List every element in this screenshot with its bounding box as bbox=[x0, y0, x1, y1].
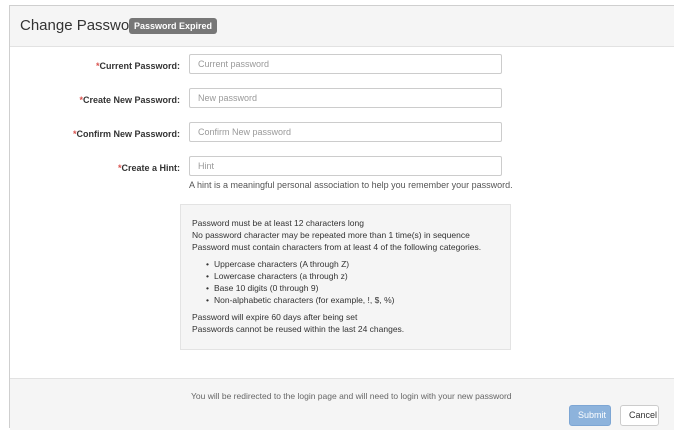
rule-line: Password must be at least 12 characters … bbox=[192, 218, 364, 228]
new-password-input[interactable] bbox=[189, 88, 502, 108]
cancel-button[interactable]: Cancel bbox=[620, 405, 659, 426]
hint-label: *Create a Hint: bbox=[117, 163, 180, 173]
rule-line: Password must contain characters from at… bbox=[192, 242, 482, 252]
modal-header: Change Password Password Expired bbox=[10, 6, 674, 47]
password-expired-badge: Password Expired bbox=[129, 18, 218, 34]
new-password-label: *Create New Password: bbox=[79, 95, 180, 105]
rule-line: No password character may be repeated mo… bbox=[192, 230, 470, 240]
rule-category: Base 10 digits (0 through 9) bbox=[206, 283, 318, 293]
submit-button[interactable]: Submit bbox=[569, 405, 611, 426]
confirm-password-label: *Confirm New Password: bbox=[72, 129, 180, 139]
expiry-line: Password will expire 60 days after being… bbox=[192, 312, 358, 322]
modal-footer: You will be redirected to the login page… bbox=[10, 378, 674, 430]
current-password-input[interactable] bbox=[189, 54, 502, 74]
confirm-password-input[interactable] bbox=[189, 122, 502, 142]
modal-title: Change Password bbox=[20, 17, 143, 34]
hint-help-text: A hint is a meaningful personal associat… bbox=[189, 180, 513, 190]
current-password-label: *Current Password: bbox=[95, 61, 180, 71]
hint-input[interactable] bbox=[189, 156, 502, 176]
rule-category: Lowercase characters (a through z) bbox=[206, 271, 348, 281]
change-password-modal: Change Password Password Expired *Curren… bbox=[9, 5, 674, 430]
rule-category: Uppercase characters (A through Z) bbox=[206, 259, 349, 269]
rule-category: Non-alphabetic characters (for example, … bbox=[206, 295, 394, 305]
redirect-note: You will be redirected to the login page… bbox=[191, 391, 512, 401]
expiry-line: Passwords cannot be reused within the la… bbox=[192, 324, 405, 334]
password-rules-panel: Password must be at least 12 characters … bbox=[180, 204, 511, 350]
